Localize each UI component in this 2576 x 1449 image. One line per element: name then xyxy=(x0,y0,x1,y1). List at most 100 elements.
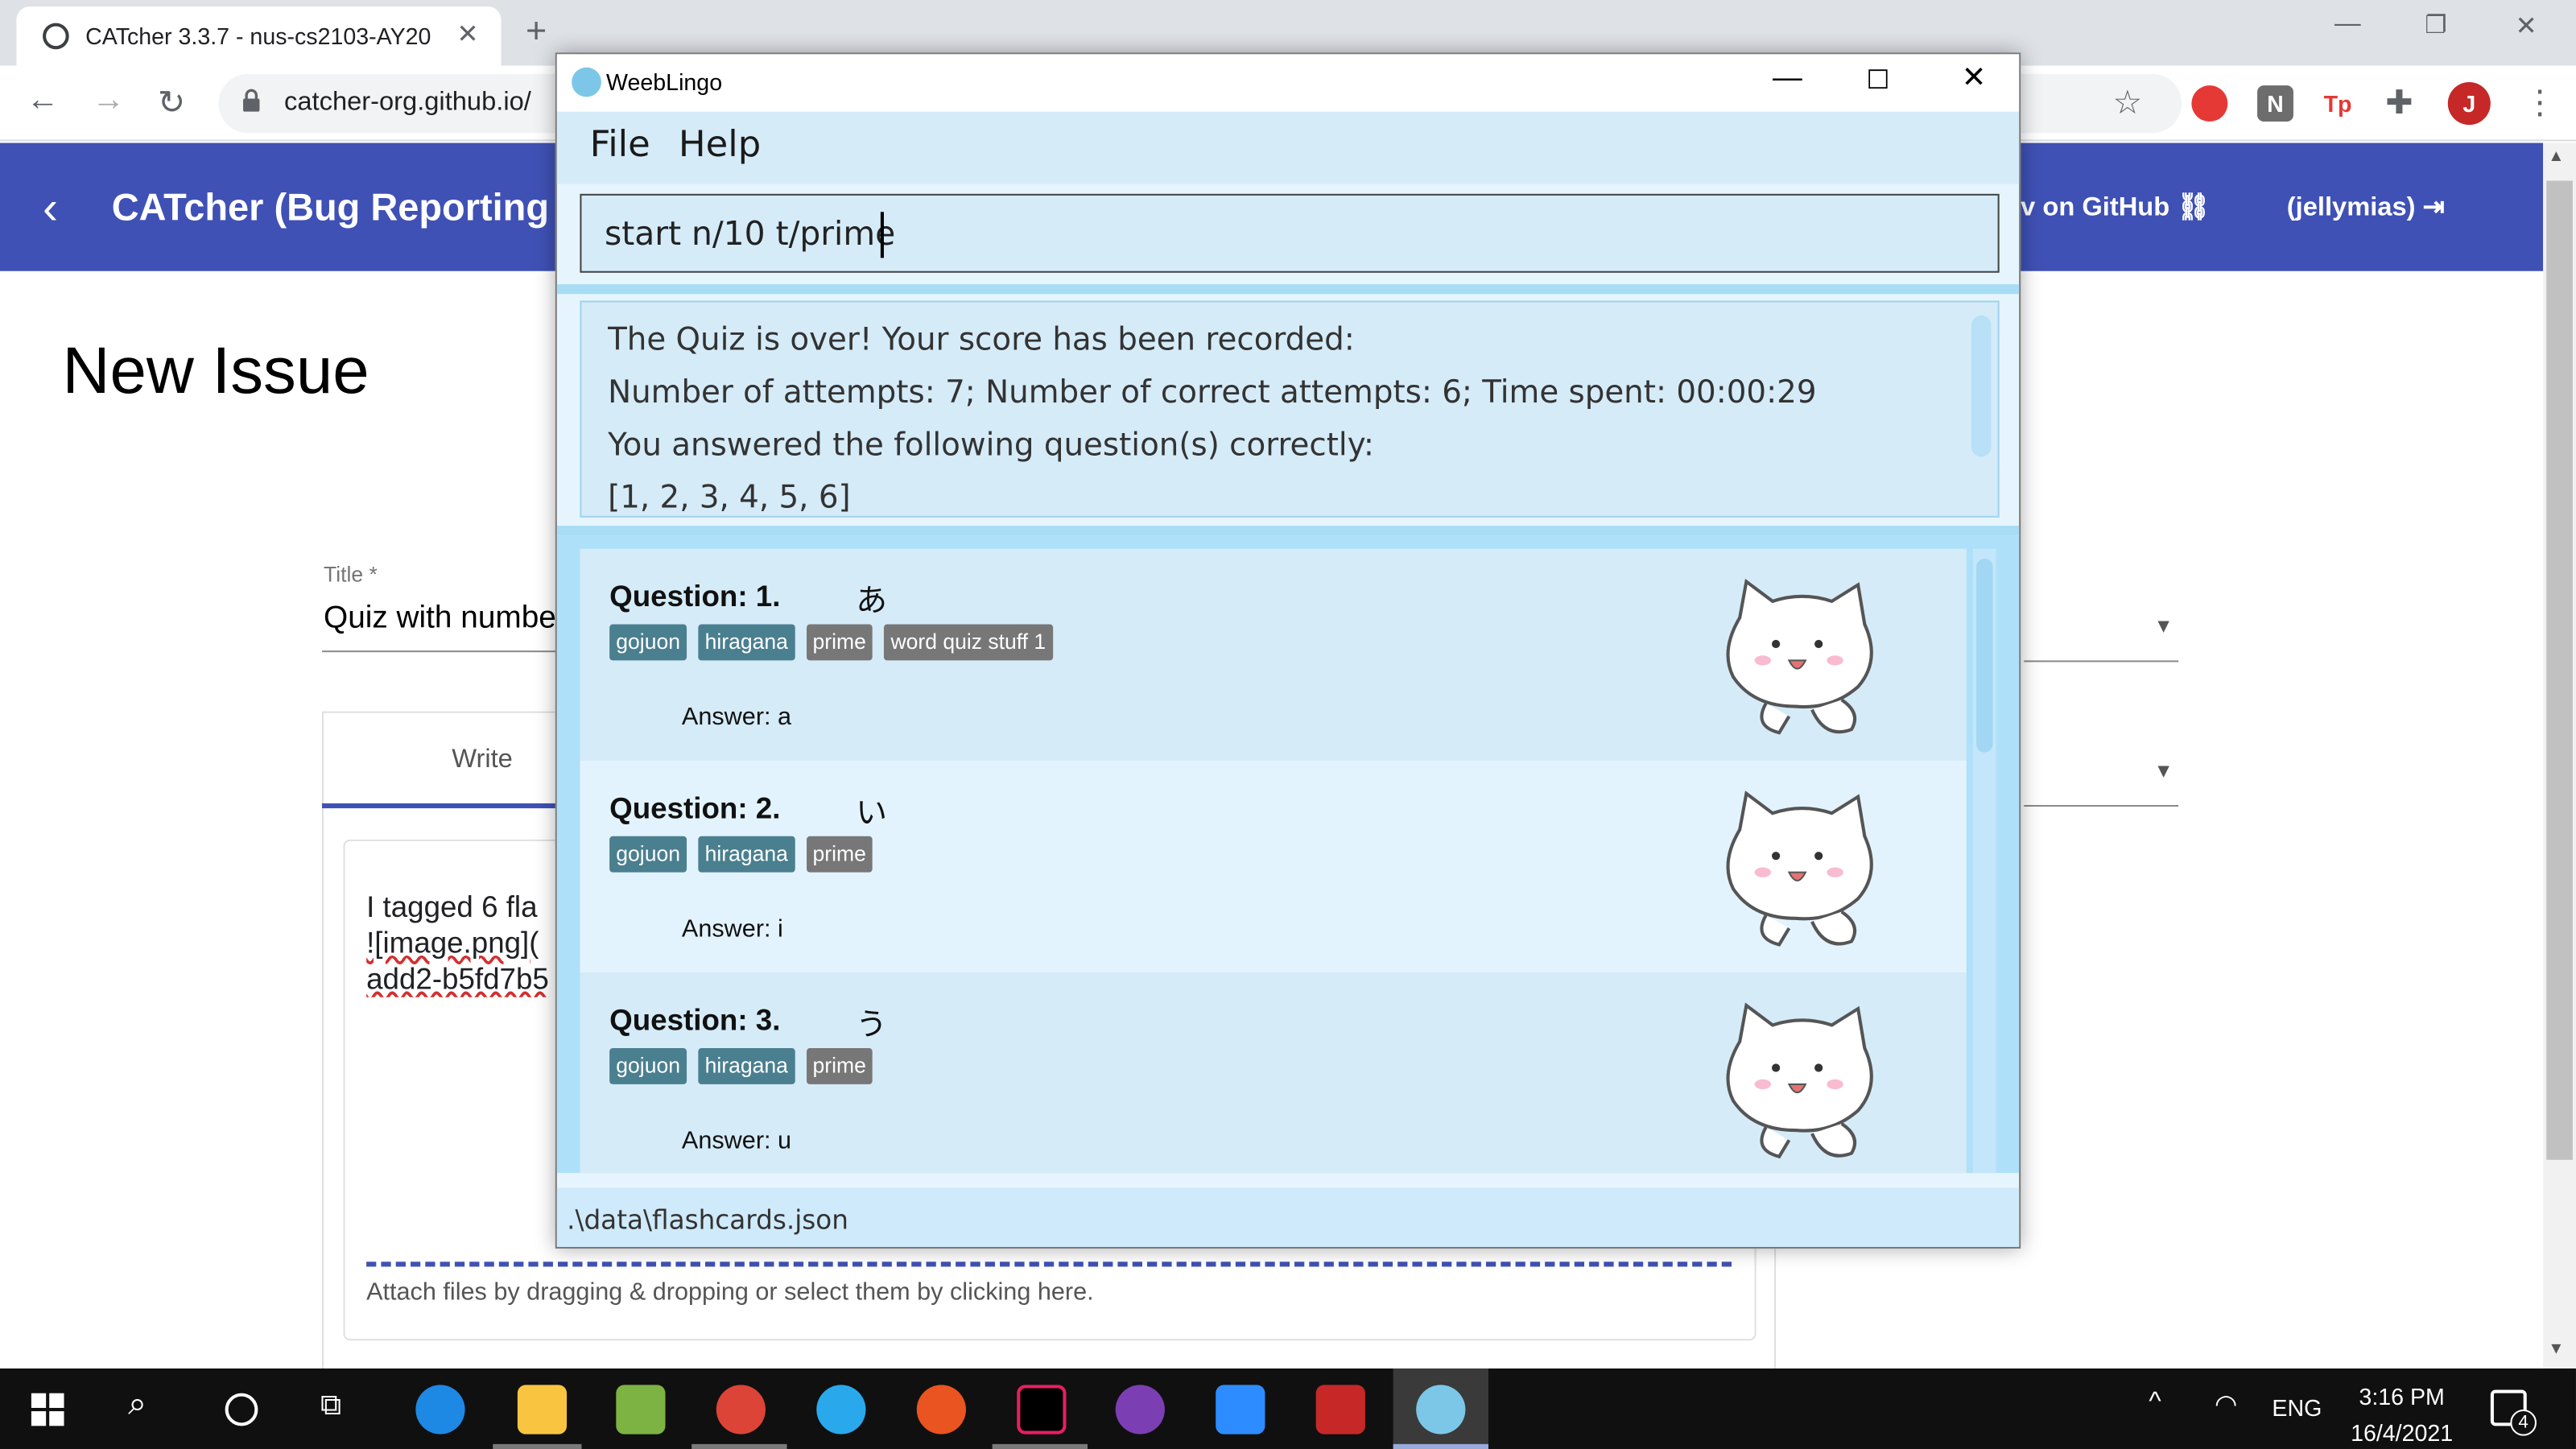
back-chevron-icon[interactable]: ‹ xyxy=(43,183,58,235)
app-title: CATcher (Bug Reporting xyxy=(111,185,550,229)
extension-n-icon[interactable]: N xyxy=(2257,85,2293,122)
tray-chevron-icon[interactable]: ^ xyxy=(2149,1388,2161,1418)
answer: Answer: i xyxy=(681,914,783,943)
question-kana: い xyxy=(856,795,888,832)
chrome-icon[interactable] xyxy=(716,1385,766,1435)
zoom-icon[interactable] xyxy=(1216,1385,1265,1435)
result-scrollbar[interactable] xyxy=(1971,315,1992,457)
title-input[interactable]: Quiz with numbe xyxy=(324,601,556,638)
logout-button[interactable]: (jellymias) ⇥ xyxy=(2287,191,2445,224)
flashcard[interactable]: Question: 3. う gojuon hiragana prime Answe… xyxy=(580,972,1967,1174)
command-input[interactable]: start n/10 t/prime xyxy=(605,213,895,253)
profile-avatar[interactable]: J xyxy=(2447,82,2491,126)
minimize-icon[interactable]: — xyxy=(1773,61,1802,96)
clock-date: 16/4/2021 xyxy=(2351,1419,2454,1446)
restore-icon[interactable]: ❐ xyxy=(2425,10,2446,39)
page-scrollbar-thumb[interactable] xyxy=(2546,180,2573,1160)
clock[interactable]: 3:16 PM 16/4/2021 xyxy=(2346,1378,2458,1449)
status-bar: .\data\flashcards.json xyxy=(556,1187,2020,1247)
page-title: New Issue xyxy=(62,335,369,408)
telegram-icon[interactable] xyxy=(816,1385,866,1435)
tag-list: gojuon hiragana prime xyxy=(609,836,884,873)
tag: prime xyxy=(806,624,873,661)
scroll-up-icon[interactable]: ▲ xyxy=(2548,148,2564,166)
tag: prime xyxy=(806,1048,873,1084)
logout-icon: ⇥ xyxy=(2422,193,2445,222)
acrobat-icon[interactable] xyxy=(1315,1385,1365,1435)
menu-file[interactable]: File xyxy=(590,125,650,166)
weeblingo-taskbar-icon[interactable] xyxy=(1416,1385,1466,1435)
result-line: [1, 2, 3, 4, 5, 6] xyxy=(608,479,851,516)
taskbar-underline xyxy=(992,1443,1088,1449)
edge-icon[interactable] xyxy=(415,1385,465,1435)
file-explorer-icon[interactable] xyxy=(517,1385,568,1435)
dropdown-arrow-icon[interactable]: ▼ xyxy=(2153,759,2173,782)
tag: hiragana xyxy=(698,836,795,873)
result-line: The Quiz is over! Your score has been re… xyxy=(608,321,1355,358)
dropdown-arrow-icon[interactable]: ▼ xyxy=(2153,614,2173,638)
scroll-down-icon[interactable]: ▼ xyxy=(2548,1340,2564,1358)
ubuntu-icon[interactable] xyxy=(916,1385,966,1435)
cat-mascot-icon xyxy=(1726,1002,1873,1159)
tag: hiragana xyxy=(698,1048,795,1084)
link-icon: ⛓ xyxy=(2177,193,2211,222)
title-label: Title * xyxy=(324,561,378,587)
minimize-icon[interactable]: — xyxy=(2334,10,2361,39)
store-icon[interactable] xyxy=(616,1385,666,1435)
browser-menu-icon[interactable]: ⋮ xyxy=(2524,82,2557,123)
close-icon[interactable]: ✕ xyxy=(1962,61,1987,96)
new-tab-button[interactable]: + xyxy=(526,10,547,52)
tab-write[interactable]: Write xyxy=(452,746,513,776)
taskbar-underline xyxy=(691,1443,787,1449)
bookmark-star-icon[interactable]: ☆ xyxy=(2112,82,2142,123)
tag: gojuon xyxy=(609,1048,687,1084)
description-text: I tagged 6 fla ![image.png]( add2-b5fd7b… xyxy=(366,889,564,997)
taskbar-underline xyxy=(493,1443,582,1449)
wifi-icon[interactable]: ◠ xyxy=(2215,1388,2238,1421)
answer: Answer: u xyxy=(681,1126,792,1155)
browser-tab[interactable]: CATcher 3.3.7 - nus-cs2103-AY20 ✕ xyxy=(16,6,502,66)
result-display: The Quiz is over! Your score has been re… xyxy=(580,300,2000,518)
extension-tp-icon[interactable]: Tp xyxy=(2320,85,2356,122)
extension-red-icon[interactable] xyxy=(2191,85,2228,122)
github-link[interactable]: v on GitHub ⛓ xyxy=(2021,191,2211,224)
text-caret xyxy=(880,212,884,258)
github-desktop-icon[interactable] xyxy=(1115,1385,1165,1435)
menu-help[interactable]: Help xyxy=(679,125,761,166)
lock-icon xyxy=(243,89,260,112)
attach-hint[interactable]: Attach files by dragging & dropping or s… xyxy=(366,1278,1094,1307)
flashcard[interactable]: Question: 1. あ gojuon hiragana prime word q… xyxy=(580,548,1967,761)
title-underline xyxy=(321,650,560,653)
description-line: ![image.png]( xyxy=(366,927,539,960)
username: (jellymias) xyxy=(2286,193,2416,222)
cortana-icon[interactable] xyxy=(225,1393,258,1426)
back-arrow-icon[interactable]: ← xyxy=(27,82,60,120)
divider xyxy=(556,284,2020,295)
reload-icon[interactable]: ↻ xyxy=(158,82,185,123)
window-title: WeebLingo xyxy=(606,68,723,96)
question-number: Question: 2. xyxy=(609,791,781,825)
language-indicator[interactable]: ENG xyxy=(2272,1395,2322,1422)
result-line: You answered the following question(s) c… xyxy=(608,427,1374,464)
tag: prime xyxy=(806,836,873,873)
question-number: Question: 1. xyxy=(609,580,781,613)
command-box[interactable]: start n/10 t/prime xyxy=(580,193,2000,273)
maximize-icon[interactable]: ☐ xyxy=(1866,64,1889,97)
tag: gojuon xyxy=(609,624,687,661)
windows-start-icon[interactable] xyxy=(31,1393,64,1426)
extensions-puzzle-icon[interactable]: ✚ xyxy=(2385,82,2413,123)
select-underline xyxy=(2024,804,2179,807)
tab-close-icon[interactable]: ✕ xyxy=(456,18,478,51)
flashcard-list-panel: Question: 1. あ gojuon hiragana prime word q… xyxy=(556,535,2020,1174)
close-window-icon[interactable]: ✕ xyxy=(2515,10,2537,43)
intellij-icon[interactable] xyxy=(1017,1385,1067,1435)
select-underline xyxy=(2024,660,2179,663)
divider xyxy=(556,526,2020,536)
forward-arrow-icon[interactable]: → xyxy=(92,82,125,120)
tab-indicator xyxy=(321,803,560,809)
list-scrollbar-thumb[interactable] xyxy=(1976,558,1993,753)
notification-badge: 4 xyxy=(2510,1410,2537,1436)
task-view-icon[interactable]: ⧉ xyxy=(320,1388,341,1422)
search-icon[interactable]: ⌕ xyxy=(128,1386,147,1424)
flashcard[interactable]: Question: 2. い gojuon hiragana prime Answe… xyxy=(580,760,1967,973)
